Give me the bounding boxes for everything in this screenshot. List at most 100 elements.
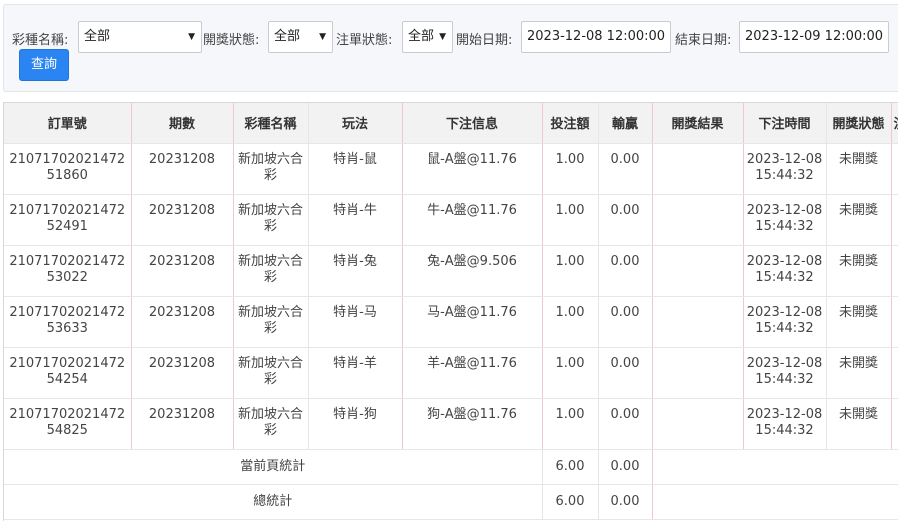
bet-status-label: 注單狀態: — [336, 33, 393, 48]
lottery-select[interactable]: 全部 ▼ — [78, 21, 202, 53]
bet-status-select-value: 全部 — [408, 29, 435, 44]
result-cell — [652, 194, 744, 246]
start-date-label: 開始日期: — [456, 33, 513, 48]
winloss-cell: 0.00 — [598, 398, 653, 450]
play-cell: 特肖-马 — [308, 296, 403, 348]
play-cell: 特肖-羊 — [308, 347, 403, 399]
end-date-label: 結束日期: — [675, 33, 732, 48]
bet-info-cell: 兔-A盤@9.506 — [402, 245, 543, 297]
result-cell — [652, 398, 744, 450]
winloss-cell: 0.00 — [598, 245, 653, 297]
col-header[interactable]: 開獎結果 — [652, 103, 744, 144]
col-header[interactable]: 注 — [891, 103, 898, 144]
bet-time-cell: 2023-12-08 15:44:32 — [743, 245, 827, 297]
col-header[interactable]: 期數 — [131, 103, 234, 144]
draw-status-select-value: 全部 — [274, 29, 301, 44]
lottery-cell: 新加坡六合彩 — [233, 245, 309, 297]
col-header[interactable]: 下注時間 — [743, 103, 827, 144]
draw-status-cell: 未開獎 — [826, 296, 892, 348]
play-cell: 特肖-狗 — [308, 398, 403, 450]
col-header[interactable]: 下注信息 — [402, 103, 543, 144]
lottery-cell: 新加坡六合彩 — [233, 143, 309, 195]
order-id-cell: 2107170202147253633 — [4, 296, 132, 348]
lottery-label: 彩種名稱: — [12, 33, 69, 48]
filter-panel: 彩種名稱: 全部 ▼ 開獎狀態: 全部 ▼ 注單狀態: 全部 ▼ 開始日期: 2… — [3, 4, 898, 92]
extra-cell — [891, 347, 898, 399]
amount-cell: 1.00 — [542, 245, 599, 297]
amount-cell: 1.00 — [542, 143, 599, 195]
bet-status-select[interactable]: 全部 ▼ — [402, 21, 453, 53]
extra-cell — [891, 398, 898, 450]
lottery-select-value: 全部 — [84, 29, 111, 44]
extra-cell — [891, 194, 898, 246]
query-button[interactable]: 查詢 — [19, 49, 69, 81]
lottery-cell: 新加坡六合彩 — [233, 347, 309, 399]
result-cell — [652, 296, 744, 348]
chevron-down-icon: ▼ — [439, 32, 446, 42]
end-date-input[interactable]: 2023-12-09 12:00:00 — [739, 21, 889, 53]
grand-total-row: 總統計 6.00 0.00 — [4, 484, 898, 520]
result-cell — [652, 143, 744, 195]
bet-info-cell: 马-A盤@11.76 — [402, 296, 543, 348]
bet-time-cell: 2023-12-08 15:44:32 — [743, 194, 827, 246]
draw-status-cell: 未開獎 — [826, 143, 892, 195]
winloss-cell: 0.00 — [598, 143, 653, 195]
period-cell: 20231208 — [131, 296, 234, 348]
page-total-amount: 6.00 — [542, 449, 599, 485]
bet-time-cell: 2023-12-08 15:44:32 — [743, 347, 827, 399]
extra-cell — [891, 296, 898, 348]
winloss-cell: 0.00 — [598, 347, 653, 399]
order-id-cell: 2107170202147254254 — [4, 347, 132, 399]
result-cell — [652, 245, 744, 297]
lottery-cell: 新加坡六合彩 — [233, 296, 309, 348]
col-header[interactable]: 投注額 — [542, 103, 599, 144]
draw-status-cell: 未開獎 — [826, 245, 892, 297]
grand-total-winloss: 0.00 — [598, 484, 653, 520]
play-cell: 特肖-鼠 — [308, 143, 403, 195]
play-cell: 特肖-牛 — [308, 194, 403, 246]
orders-table-wrap: 訂單號 期數 彩種名稱 玩法 下注信息 投注額 輸贏 開獎結果 下注時間 開獎狀… — [3, 102, 898, 521]
amount-cell: 1.00 — [542, 194, 599, 246]
col-header[interactable]: 彩種名稱 — [233, 103, 309, 144]
col-header[interactable]: 玩法 — [308, 103, 403, 144]
order-id-cell: 2107170202147252491 — [4, 194, 132, 246]
col-header[interactable]: 開獎狀態 — [826, 103, 892, 144]
play-cell: 特肖-兔 — [308, 245, 403, 297]
lottery-cell: 新加坡六合彩 — [233, 194, 309, 246]
start-date-input[interactable]: 2023-12-08 12:00:00 — [521, 21, 671, 53]
amount-cell: 1.00 — [542, 347, 599, 399]
extra-cell — [891, 245, 898, 297]
amount-cell: 1.00 — [542, 398, 599, 450]
draw-status-label: 開獎狀態: — [203, 33, 260, 48]
draw-status-cell: 未開獎 — [826, 194, 892, 246]
period-cell: 20231208 — [131, 245, 234, 297]
table-row: 2107170202147254254 20231208 新加坡六合彩 特肖-羊… — [4, 347, 898, 399]
table-row: 2107170202147254825 20231208 新加坡六合彩 特肖-狗… — [4, 398, 898, 450]
page-total-winloss: 0.00 — [598, 449, 653, 485]
col-header[interactable]: 輸贏 — [598, 103, 653, 144]
col-header[interactable]: 訂單號 — [4, 103, 132, 144]
draw-status-cell: 未開獎 — [826, 347, 892, 399]
draw-status-cell: 未開獎 — [826, 398, 892, 450]
grand-total-amount: 6.00 — [542, 484, 599, 520]
table-row: 2107170202147251860 20231208 新加坡六合彩 特肖-鼠… — [4, 143, 898, 195]
winloss-cell: 0.00 — [598, 296, 653, 348]
table-row: 2107170202147252491 20231208 新加坡六合彩 特肖-牛… — [4, 194, 898, 246]
bet-info-cell: 羊-A盤@11.76 — [402, 347, 543, 399]
bet-time-cell: 2023-12-08 15:44:32 — [743, 143, 827, 195]
bet-time-cell: 2023-12-08 15:44:32 — [743, 296, 827, 348]
page-total-row: 當前頁統計 6.00 0.00 — [4, 449, 898, 485]
page-total-empty — [652, 449, 898, 485]
order-id-cell: 2107170202147254825 — [4, 398, 132, 450]
period-cell: 20231208 — [131, 194, 234, 246]
bet-time-cell: 2023-12-08 15:44:32 — [743, 398, 827, 450]
draw-status-select[interactable]: 全部 ▼ — [268, 21, 333, 53]
orders-table: 訂單號 期數 彩種名稱 玩法 下注信息 投注額 輸贏 開獎結果 下注時間 開獎狀… — [4, 103, 898, 520]
order-id-cell: 2107170202147251860 — [4, 143, 132, 195]
amount-cell: 1.00 — [542, 296, 599, 348]
lottery-cell: 新加坡六合彩 — [233, 398, 309, 450]
grand-total-label: 總統計 — [4, 484, 543, 520]
chevron-down-icon: ▼ — [188, 32, 195, 42]
result-cell — [652, 347, 744, 399]
table-row: 2107170202147253022 20231208 新加坡六合彩 特肖-兔… — [4, 245, 898, 297]
